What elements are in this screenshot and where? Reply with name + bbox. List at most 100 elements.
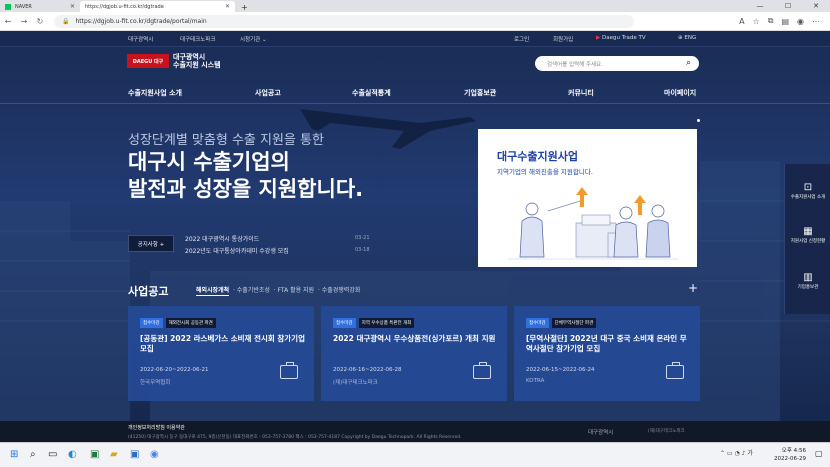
category-badge: 지역 우수상품 특판전 개최 (358, 318, 415, 328)
language-link[interactable]: ⊕ ENG (678, 35, 696, 41)
quick-program-intro[interactable]: ⊡ 수출지원사업 소개 (785, 182, 830, 201)
card-org: 한국무역협회 (140, 380, 171, 386)
back-icon[interactable]: ← (0, 17, 16, 26)
search-input[interactable]: 검색어를 입력해 주세요. ⌕ (535, 56, 699, 71)
announcement-card[interactable]: 접수마감 지역 우수상품 특판전 개최 2022 대구광역시 우수상품전(싱가포… (321, 306, 507, 401)
nav-mypage[interactable]: 마이페이지 (664, 88, 696, 98)
excel-icon[interactable]: ▣ (90, 449, 99, 460)
search-taskbar-icon[interactable]: ⌕ (30, 449, 36, 460)
airplane-icon (300, 109, 476, 149)
footer-links[interactable]: 개인정보처리방침 이용약관 (128, 424, 185, 431)
hero-subcopy: 성장단계별 맞춤형 수출 지원을 통한 (128, 133, 324, 148)
close-window-icon[interactable]: ✕ (802, 2, 830, 10)
tab-naver[interactable]: NAVER ✕ (0, 1, 80, 12)
site-logo[interactable]: DAEGU 대구 대구광역시 수출지원 시스템 (127, 53, 221, 69)
briefcase-icon (280, 362, 298, 379)
card-title: 2022 대구광역시 우수상품전(싱가포르) 개최 지원 (333, 334, 496, 343)
nav-community[interactable]: 커뮤니티 (568, 88, 594, 98)
utility-bar: 대구광역시 대구테크노파크 시청기관 ⌄ 로그인 회원가입 ▶ Daegu Tr… (0, 31, 830, 47)
footer-address: (41250) 대구광역시 동구 동대구로 475, 9층(신천동) 대표전화번… (128, 435, 462, 440)
globe-icon: ⊕ (678, 35, 683, 41)
site-main: 대구광역시 대구테크노파크 시청기관 ⌄ 로그인 회원가입 ▶ Daegu Tr… (0, 31, 830, 442)
windows-start-icon[interactable]: ⊞ (10, 449, 18, 460)
minimize-icon[interactable]: — (746, 2, 774, 10)
card-date: 2022-06-20~2022-06-21 (140, 367, 209, 373)
logo-line2: 수출지원 시스템 (173, 61, 221, 69)
close-tab-icon[interactable]: ✕ (70, 3, 75, 10)
collections-icon[interactable]: ▤ (781, 17, 789, 26)
site-footer: 개인정보처리방침 이용약관 (41250) 대구광역시 동구 동대구로 475,… (0, 421, 830, 442)
file-explorer-icon[interactable]: ▰ (110, 449, 118, 460)
nav-export-stats[interactable]: 수출실적통계 (352, 88, 391, 98)
link-technopark[interactable]: 대구테크노파크 (180, 35, 215, 43)
tab-dgtrade[interactable]: https://dgjob.u-fit.co.kr/dgtrade ✕ (80, 1, 235, 12)
banner-title: 대구수출지원사업 (497, 150, 578, 163)
status-badge: 접수마감 (140, 318, 163, 328)
edge-browser-icon[interactable]: ◐ (68, 449, 77, 460)
main-navigation: 수출지원사업 소개 사업공고 수출실적통계 기업홍보관 커뮤니티 마이페이지 (0, 84, 830, 104)
windows-taskbar: ⊞ ⌕ ▭ ◐ ▣ ▰ ▣ ◉ ⌃ ▭ ◔ ♪ 가 오후 4:56 2022-0… (0, 442, 830, 467)
chrome-icon[interactable]: ◉ (150, 449, 159, 460)
tab-overseas-market[interactable]: 해외시장개척 (196, 287, 230, 296)
quick-company-pr[interactable]: ▥ 기업홍보관 (785, 272, 830, 291)
card-org: KOTRA (526, 378, 545, 384)
business-people-illustration (508, 187, 678, 260)
notice-item[interactable]: 2022년도 대구통상아카데미 수강생 모집 (185, 246, 289, 255)
card-title: [공동관] 2022 라스베가스 소비재 전시회 참가기업 모집 (140, 334, 305, 353)
browser-tab-strip: NAVER ✕ https://dgjob.u-fit.co.kr/dgtrad… (0, 0, 830, 12)
tab-fta-support[interactable]: FTA 활용 지원 (278, 287, 315, 294)
nav-announcements[interactable]: 사업공고 (255, 88, 281, 98)
card-title: [무역사절단] 2022년 대구 중국 소비재 온라인 무역사절단 참가기업 모… (526, 334, 687, 353)
youtube-icon: ▶ (596, 35, 601, 41)
footer-org-technopark: (재)대구테크노파크 (648, 429, 685, 434)
hero-headline: 대구시 수출기업의 발전과 성장을 지원합니다. (128, 150, 364, 201)
read-aloud-icon[interactable]: A (739, 17, 744, 26)
notice-date: 03-21 (355, 235, 370, 241)
trade-tv-link[interactable]: ▶ Daegu Trade TV (596, 35, 646, 41)
notice-button[interactable]: 공지사항 + (128, 235, 174, 252)
calendar-icon: ▦ (803, 226, 813, 237)
tab-export-base[interactable]: 수출기반조성 (237, 287, 270, 294)
taskbar-clock[interactable]: 오후 4:56 2022-06-29 (770, 447, 806, 463)
search-icon[interactable]: ⌕ (686, 58, 691, 68)
briefcase-icon: ⊡ (803, 182, 813, 193)
lock-icon: 🔒 (62, 17, 70, 25)
signup-link[interactable]: 회원가입 (553, 35, 573, 43)
more-announcements-button[interactable]: + (688, 281, 698, 295)
notice-date: 03-18 (355, 247, 370, 253)
window-controls: — ☐ ✕ (746, 0, 830, 12)
refresh-icon[interactable]: ↻ (32, 17, 48, 26)
logo-line1: 대구광역시 (173, 53, 206, 61)
url-input[interactable]: 🔒 https://dgjob.u-fit.co.kr/dgtrade/port… (54, 14, 634, 28)
favorite-star-icon[interactable]: ☆ (753, 17, 760, 26)
profile-avatar-icon[interactable]: ◉ (797, 17, 804, 26)
new-tab-button[interactable]: + (235, 3, 254, 12)
more-menu-icon[interactable]: ⋯ (812, 17, 820, 26)
maximize-icon[interactable]: ☐ (774, 2, 802, 10)
task-view-icon[interactable]: ▭ (48, 449, 57, 460)
notice-item[interactable]: 2022 대구광역시 통상가이드 (185, 234, 259, 243)
briefcase-icon (473, 362, 491, 379)
banner-pager-dot[interactable] (697, 119, 700, 122)
card-date: 2022-06-16~2022-06-28 (333, 367, 402, 373)
nav-program-intro[interactable]: 수출지원사업 소개 (128, 88, 182, 98)
announcement-card[interactable]: 접수마감 해외전시회 공동관 파견 [공동관] 2022 라스베가스 소비재 전… (128, 306, 314, 401)
nav-company-pr[interactable]: 기업홍보관 (464, 88, 496, 98)
system-tray-icons[interactable]: ⌃ ▭ ◔ ♪ 가 (720, 448, 753, 457)
card-org: (재)대구테크노파크 (333, 380, 378, 386)
promo-banner[interactable]: 대구수출지원사업 지역기업의 해외진출을 지원합니다. (478, 129, 697, 267)
extensions-icon[interactable]: ⧉ (768, 16, 774, 26)
logo-mark: DAEGU 대구 (127, 54, 169, 68)
status-badge: 접수마감 (333, 318, 356, 328)
tab-competitiveness[interactable]: 수출경쟁력강화 (322, 287, 361, 294)
login-link[interactable]: 로그인 (514, 35, 529, 43)
quick-application-status[interactable]: ▦ 지원사업 신청현황 (785, 226, 830, 245)
forward-icon[interactable]: → (16, 17, 32, 26)
close-tab-icon[interactable]: ✕ (225, 3, 230, 10)
status-badge: 접수마감 (526, 318, 549, 328)
notification-icon[interactable]: ▢ (815, 449, 823, 458)
word-icon[interactable]: ▣ (130, 449, 139, 460)
link-daegu-city[interactable]: 대구광역시 (128, 35, 153, 43)
link-agencies[interactable]: 시청기관 ⌄ (240, 35, 267, 43)
announcement-card[interactable]: 접수마감 단체무역사절단 파견 [무역사절단] 2022년 대구 중국 소비재 … (514, 306, 700, 401)
